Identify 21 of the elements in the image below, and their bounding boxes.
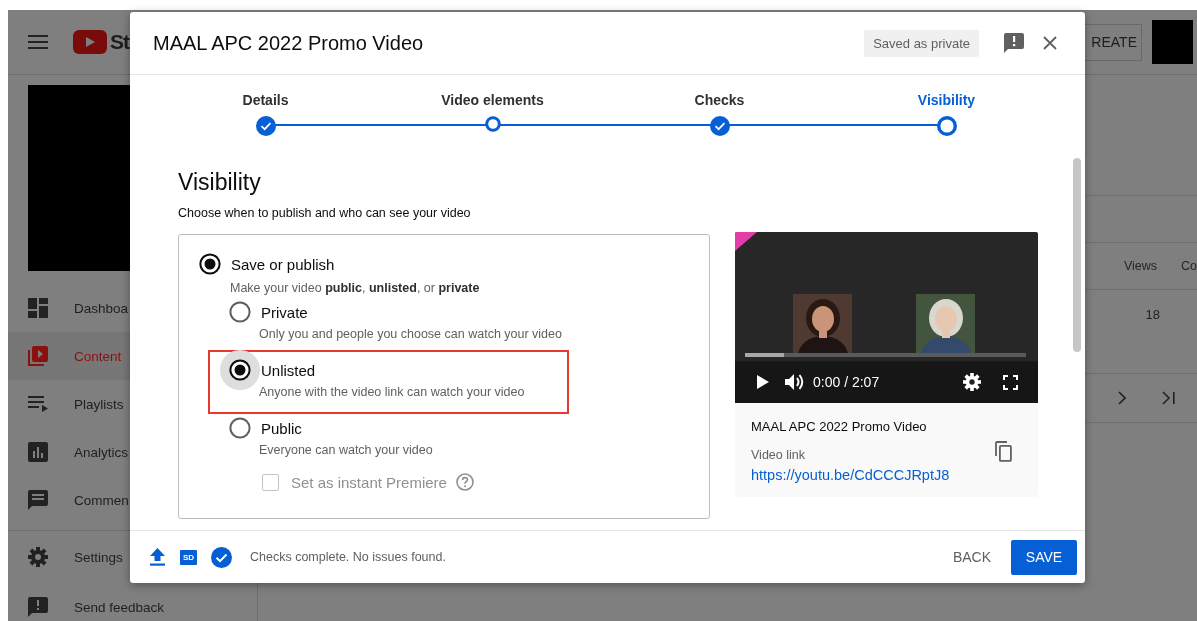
section-heading: Visibility xyxy=(178,168,262,196)
column-header: Views xyxy=(1123,259,1157,273)
option-label: Private xyxy=(261,303,308,321)
option-label: Unlisted xyxy=(261,361,316,379)
option-label: Save or publish xyxy=(231,255,335,273)
option-description: Anyone with the video link can watch your video xyxy=(259,385,526,399)
checkbox-label: Set as instant Premiere xyxy=(291,473,447,491)
option-label: Public xyxy=(261,419,302,437)
video-title: MAAL APC 2022 Promo Video xyxy=(751,419,928,434)
link-label: Video link xyxy=(751,448,806,462)
status-text: Checks complete. No issues found. xyxy=(250,550,446,564)
video-time: 0:00 / 2:07 xyxy=(813,374,880,390)
option-description: Everyone can watch your video xyxy=(259,443,434,457)
table-cell: 18 xyxy=(1145,307,1160,322)
option-description: Only you and people you choose can watch your video xyxy=(259,327,563,341)
dialog-title: MAAL APC 2022 Promo Video xyxy=(153,31,424,55)
column-header: Co xyxy=(1181,259,1197,273)
logo-text: St xyxy=(110,30,129,54)
section-description: Choose when to publish and who can see your video xyxy=(178,206,472,220)
save-status-chip: Saved as private xyxy=(864,29,979,57)
option-description: Make your video public, unlisted, or private xyxy=(230,281,481,297)
